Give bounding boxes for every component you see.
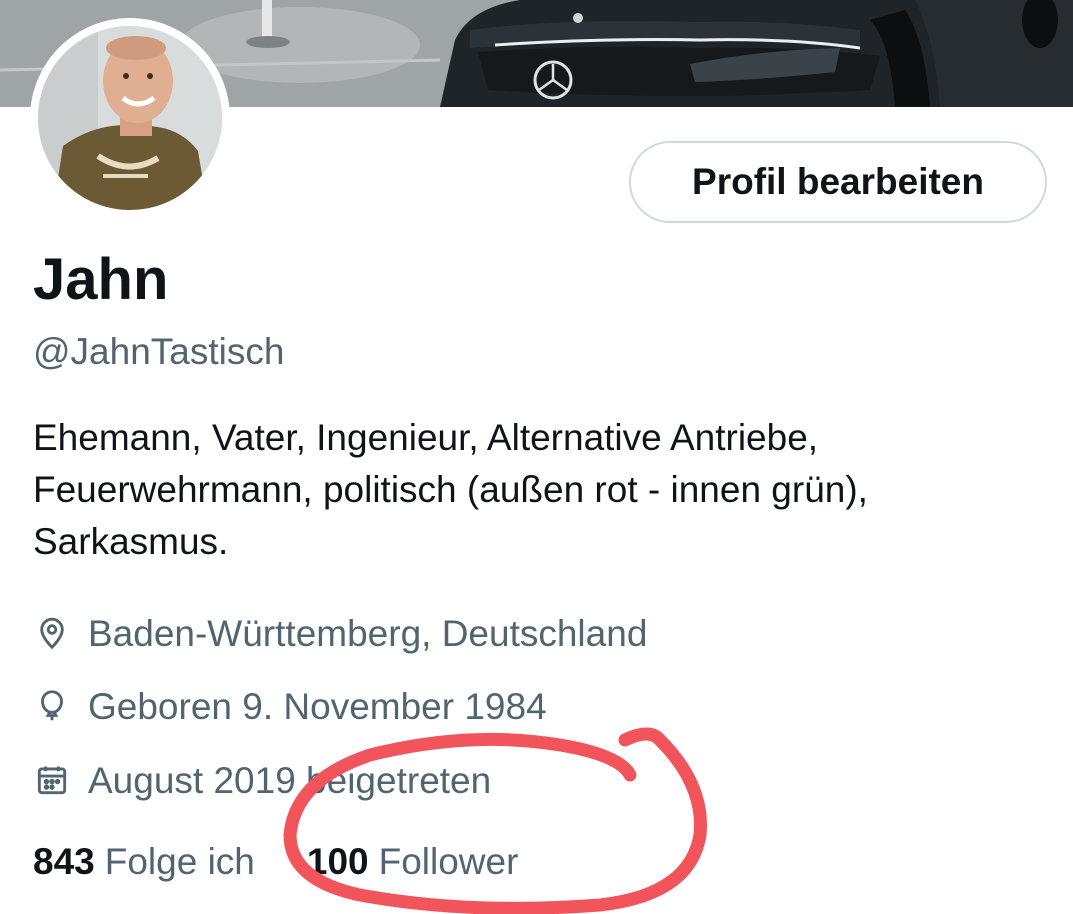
- profile-location: Baden-Württemberg, Deutschland: [33, 614, 647, 652]
- display-name: Jahn: [33, 247, 169, 312]
- location-text: Baden-Württemberg, Deutschland: [88, 612, 648, 654]
- profile-bio: Ehemann, Vater, Ingenieur, Alternative A…: [33, 412, 1043, 568]
- avatar-photo: [38, 26, 222, 210]
- profile-joined-date: August 2019 beigetreten: [33, 761, 491, 799]
- location-pin-icon: [33, 614, 71, 652]
- avatar[interactable]: [30, 18, 230, 218]
- followers-label: Follower: [378, 841, 519, 882]
- follow-stats: 843 Folge ich 100 Follower: [33, 843, 518, 880]
- following-count: 843: [33, 841, 95, 882]
- bio-line: Ehemann, Vater, Ingenieur, Alternative A…: [33, 417, 819, 458]
- joined-text: August 2019 beigetreten: [88, 759, 492, 801]
- following-link[interactable]: 843 Folge ich: [33, 843, 255, 880]
- balloon-icon: [33, 687, 71, 725]
- edit-profile-button[interactable]: Profil bearbeiten: [629, 141, 1047, 223]
- bio-line: Sarkasmus.: [33, 521, 229, 562]
- profile-birthday: Geboren 9. November 1984: [33, 687, 547, 725]
- followers-link[interactable]: 100 Follower: [307, 843, 519, 880]
- following-label: Folge ich: [104, 841, 255, 882]
- bio-line: Feuerwehrmann, politisch (außen rot - in…: [33, 469, 868, 510]
- user-handle: @JahnTastisch: [33, 331, 285, 372]
- calendar-icon: [33, 761, 71, 799]
- birthday-text: Geboren 9. November 1984: [88, 685, 547, 727]
- followers-count: 100: [306, 841, 369, 882]
